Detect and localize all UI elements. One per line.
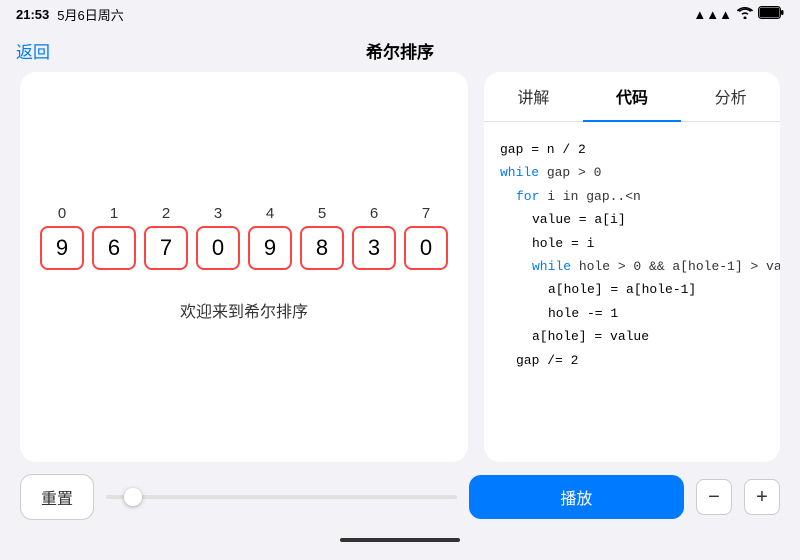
- code-line: hole -= 1: [500, 302, 764, 325]
- array-cells: 96709830: [40, 226, 448, 270]
- array-indices: 01234567: [40, 205, 448, 222]
- code-line: hole = i: [500, 232, 764, 255]
- array-index: 3: [196, 205, 240, 222]
- code-line: value = a[i]: [500, 208, 764, 231]
- array-cell: 9: [248, 226, 292, 270]
- array-index: 1: [92, 205, 136, 222]
- welcome-text: 欢迎来到希尔排序: [180, 298, 308, 322]
- left-panel: 01234567 96709830 欢迎来到希尔排序: [20, 72, 468, 462]
- code-line: a[hole] = value: [500, 325, 764, 348]
- array-cell: 3: [352, 226, 396, 270]
- code-line: for i in gap..<n: [500, 185, 764, 208]
- code-line: while hole > 0 && a[hole-1] > value: [500, 255, 764, 278]
- play-button[interactable]: 播放: [469, 475, 684, 519]
- slider-container[interactable]: [106, 495, 457, 499]
- main-content: 01234567 96709830 欢迎来到希尔排序 讲解代码分析 gap = …: [0, 72, 800, 462]
- array-container: 01234567 96709830: [40, 205, 448, 270]
- array-index: 2: [144, 205, 188, 222]
- status-icons: ▲▲▲: [693, 6, 784, 22]
- battery-icon: [758, 6, 784, 22]
- reset-button[interactable]: 重置: [20, 474, 94, 520]
- wifi-icon: [737, 7, 753, 22]
- array-cell: 8: [300, 226, 344, 270]
- code-line: a[hole] = a[hole-1]: [500, 278, 764, 301]
- minus-button[interactable]: −: [696, 479, 732, 515]
- tab-analysis[interactable]: 分析: [681, 72, 780, 121]
- home-bar: [340, 538, 460, 542]
- back-button[interactable]: 返回: [16, 38, 50, 63]
- signal-icon: ▲▲▲: [693, 7, 732, 22]
- array-cell: 9: [40, 226, 84, 270]
- code-area: gap = n / 2while gap > 0for i in gap..<n…: [484, 122, 780, 462]
- slider-thumb[interactable]: [124, 488, 142, 506]
- page-title: 希尔排序: [366, 38, 434, 63]
- array-cell: 0: [404, 226, 448, 270]
- slider-track[interactable]: [106, 495, 457, 499]
- status-bar: 21:53 5月6日周六 ▲▲▲: [0, 0, 800, 28]
- array-index: 0: [40, 205, 84, 222]
- array-cell: 0: [196, 226, 240, 270]
- tabs: 讲解代码分析: [484, 72, 780, 122]
- status-date: 5月6日周六: [57, 5, 123, 24]
- plus-button[interactable]: +: [744, 479, 780, 515]
- array-cell: 7: [144, 226, 188, 270]
- array-index: 4: [248, 205, 292, 222]
- array-index: 7: [404, 205, 448, 222]
- code-line: gap /= 2: [500, 349, 764, 372]
- status-time: 21:53: [16, 7, 49, 22]
- right-panel: 讲解代码分析 gap = n / 2while gap > 0for i in …: [484, 72, 780, 462]
- tab-lecture[interactable]: 讲解: [484, 72, 583, 121]
- code-line: gap = n / 2: [500, 138, 764, 161]
- array-index: 5: [300, 205, 344, 222]
- nav-bar: 返回 希尔排序: [0, 28, 800, 72]
- array-cell: 6: [92, 226, 136, 270]
- home-indicator: [0, 532, 800, 548]
- code-line: while gap > 0: [500, 161, 764, 184]
- bottom-bar: 重置 播放 − +: [0, 462, 800, 532]
- tab-code[interactable]: 代码: [583, 72, 682, 122]
- array-index: 6: [352, 205, 396, 222]
